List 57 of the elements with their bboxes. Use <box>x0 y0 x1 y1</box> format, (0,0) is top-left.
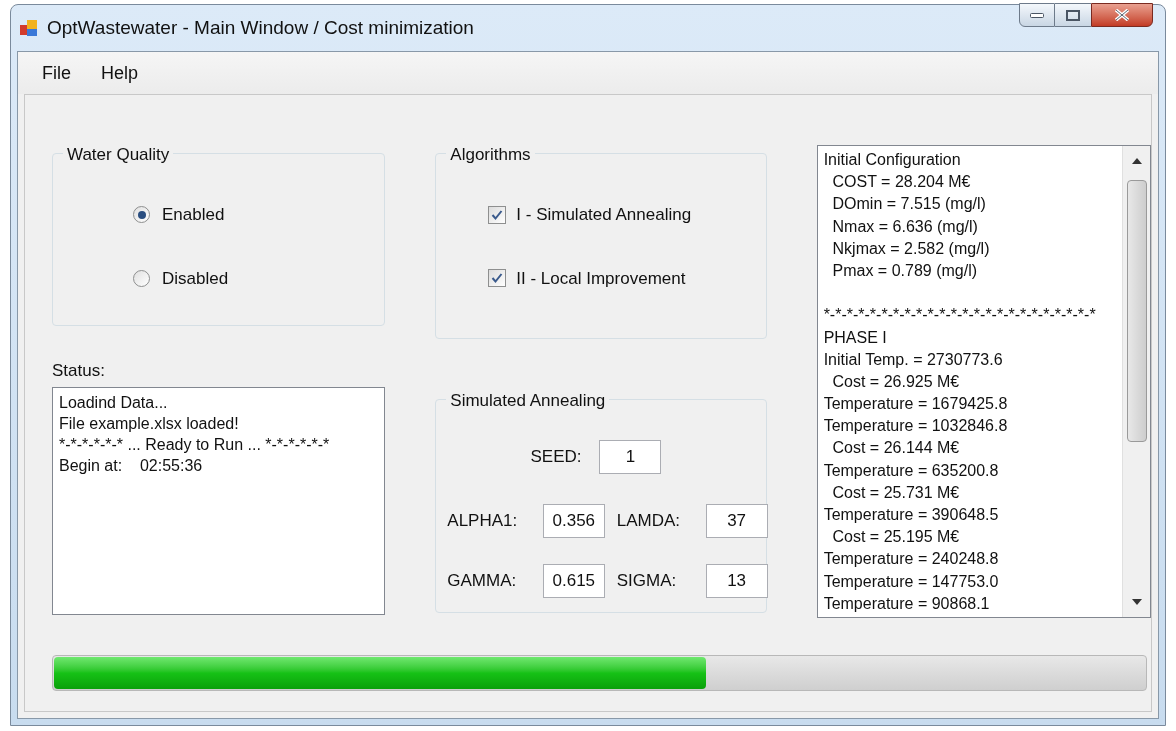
field-label: SEED: <box>530 446 582 469</box>
input-field[interactable]: 0.615 <box>542 564 605 598</box>
status-line: Loadind Data... <box>59 392 169 413</box>
status-line: *-*-*-*-*-* ... Ready to Run ... *-*-*-*-*-* <box>59 434 331 455</box>
log-line: Cost = 26.144 M€ <box>831 438 961 459</box>
log-line: Temperature = 240248.8 <box>823 549 1000 570</box>
checkbox[interactable] <box>488 205 507 224</box>
menu-item[interactable]: File <box>36 59 77 87</box>
input-field[interactable]: 13 <box>705 564 768 598</box>
input-field[interactable]: 1 <box>599 440 662 474</box>
log-line: Temperature = 1679425.8 <box>823 394 1009 415</box>
close-icon <box>1114 9 1130 21</box>
radio-button[interactable] <box>133 206 150 224</box>
field-label: ALPHA1: <box>447 510 519 533</box>
radio-label: Enabled <box>162 204 225 226</box>
radio-button[interactable] <box>133 269 150 287</box>
log-line: PHASE I <box>823 327 888 348</box>
field-label: LAMDA: <box>616 510 682 533</box>
close-button[interactable] <box>1091 3 1153 27</box>
scroll-up-icon[interactable] <box>1132 158 1142 164</box>
log-line: Cost = 25.731 M€ <box>831 482 961 503</box>
radio-label: Disabled <box>162 267 229 290</box>
log-line: Cost = 25.195 M€ <box>831 527 961 548</box>
menu-item[interactable]: Help <box>95 59 145 87</box>
input-field[interactable]: 37 <box>705 504 768 538</box>
log-line: Pmax = 0.789 (mg/l) <box>831 260 978 281</box>
maximize-icon <box>1066 9 1080 21</box>
log-line: Temperature = 147753.0 <box>823 571 1000 592</box>
log-line: Initial Configuration <box>823 150 962 170</box>
log-line: Cost = 26.925 M€ <box>831 371 961 392</box>
log-line: Temperature = 90868.1 <box>823 593 991 614</box>
log-line: Temperature = 390648.5 <box>823 505 1000 525</box>
app-icon <box>19 18 39 38</box>
log-line: COST = 28.204 M€ <box>831 172 972 193</box>
log-line: Nkjmax = 2.582 (mg/l) <box>831 238 991 259</box>
log-line: Temperature = 1032846.8 <box>823 416 1009 437</box>
checkbox[interactable] <box>488 269 507 288</box>
field-label: GAMMA: <box>447 570 518 593</box>
log-line: Initial Temp. = 2730773.6 <box>823 349 1004 370</box>
log-line: Temperature = 635200.8 <box>823 460 1000 481</box>
minimize-icon <box>1030 12 1044 18</box>
status-label: Status: <box>52 360 106 382</box>
input-field[interactable]: 0.356 <box>542 504 605 538</box>
log-line: DOmin = 7.515 (mg/l) <box>831 194 987 215</box>
scrollbar-thumb[interactable] <box>1127 180 1147 442</box>
log-line: Nmax = 6.636 (mg/l) <box>831 216 979 237</box>
checkbox-label: II - Local Improvement <box>516 267 686 290</box>
scroll-down-icon[interactable] <box>1132 599 1142 605</box>
log-line: *-*-*-*-*-*-*-*-*-*-*-*-*-*-*-*-*-*-*-*-*-*-*-* <box>823 305 1097 326</box>
minimize-button[interactable] <box>1019 3 1055 27</box>
maximize-button[interactable] <box>1055 3 1091 27</box>
status-line: Begin at: 02:55:36 <box>59 455 204 476</box>
window-title: OptWastewater - Main Window / Cost minimization <box>47 15 474 40</box>
status-line: File example.xlsx loaded! <box>59 413 240 434</box>
scrollbar[interactable] <box>1122 146 1150 617</box>
checkbox-label: I - Simulated Annealing <box>516 204 692 226</box>
field-label: SIGMA: <box>616 570 678 593</box>
